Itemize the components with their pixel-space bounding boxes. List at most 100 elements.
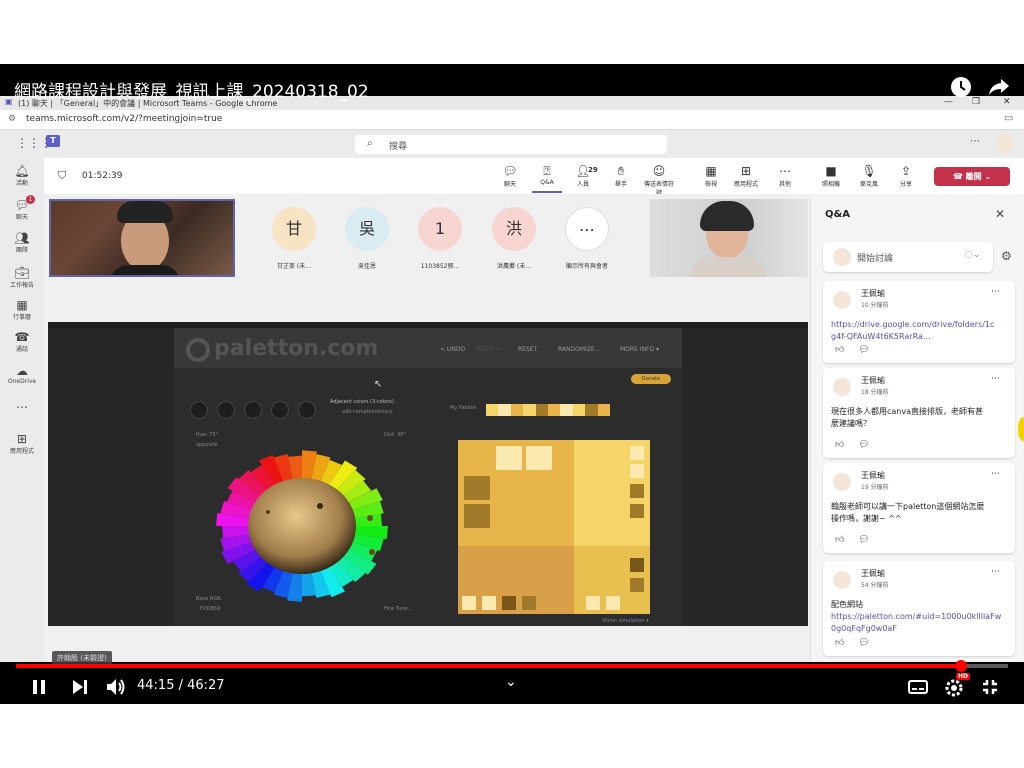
palette-swatch[interactable] (597, 404, 610, 416)
progress-bar[interactable] (16, 660, 1008, 672)
menu-randomize[interactable]: RANDOMIZE... (558, 346, 600, 353)
participant-4[interactable]: ⋯ 顯示所有與會者 (562, 207, 612, 270)
participant-video-tile[interactable] (650, 199, 808, 277)
swatch-row-r-0[interactable] (586, 596, 600, 610)
toolbar-button-view[interactable]: ▦ 檢視 (694, 163, 728, 188)
rail-item-3[interactable]: 💼︎ 工作報告 (0, 266, 44, 289)
watch-later-icon[interactable] (950, 76, 972, 98)
swatch-light-1[interactable] (496, 446, 522, 470)
swatch-dark-1[interactable] (464, 476, 490, 500)
swatch-side-4[interactable] (630, 504, 644, 518)
swatch-row-1[interactable] (482, 596, 496, 610)
site-info-icon[interactable]: ⚙ (8, 114, 16, 124)
toolbar-button-mic[interactable]: 🎙︎ 麥克風 (852, 163, 886, 188)
toolbar-button-chat[interactable]: 💬︎ 聊天 (493, 163, 527, 188)
participant-2[interactable]: 1 1103852郭... (415, 207, 465, 270)
leave-button[interactable]: ☎ 離開 ⌄ (934, 167, 1010, 186)
menu-redo[interactable]: REDO > (476, 346, 500, 353)
progress-scrubber[interactable] (955, 660, 968, 672)
subtitles-icon[interactable] (908, 680, 928, 694)
reply-icon[interactable]: 💬︎ (858, 638, 869, 648)
volume-icon[interactable] (106, 678, 126, 696)
rail-item-2[interactable]: 👥︎ 團隊 (0, 231, 44, 254)
participant-1[interactable]: 吳吳佳恩 (342, 207, 392, 270)
toolbar-button-more[interactable]: ⋯ 其他 (768, 163, 802, 188)
close-icon[interactable]: ✕ (995, 207, 1005, 221)
toolbar-button-camera[interactable]: ■ 照相機 (814, 163, 848, 188)
qa-card[interactable]: 王佩瑜 10 分鐘前 ⋯ https://drive.google.com/drive… (823, 281, 1015, 363)
scheme-option-1[interactable] (217, 401, 235, 419)
share-arrow-icon[interactable] (988, 76, 1010, 98)
rail-item-1[interactable]: 💬︎ 1 聊天 (0, 195, 44, 221)
swatch-row-r-1[interactable] (606, 596, 620, 610)
more-options-icon[interactable]: ⋯ (991, 374, 1000, 384)
like-icon[interactable]: 👍︎ (835, 345, 844, 355)
scheme-option-0[interactable] (190, 401, 208, 419)
swatch-row-2[interactable] (502, 596, 516, 610)
qa-card[interactable]: 王佩瑜 19 分鐘前 ⋯ 翰殷老師可以講一下paletton這個網站怎麼 操作嗎，謝謝~… (823, 463, 1015, 553)
swatch-side-1[interactable] (630, 446, 644, 460)
scheme-option-3[interactable] (271, 401, 289, 419)
next-icon[interactable] (71, 679, 89, 695)
reply-icon[interactable]: 💬︎ (858, 535, 869, 545)
gear-icon[interactable]: ⚙ (1001, 249, 1012, 263)
cast-icon[interactable]: ▭ (1004, 113, 1013, 124)
reply-icon[interactable]: 💬︎ (858, 345, 869, 355)
color-wheel[interactable] (200, 438, 404, 614)
fullscreen-exit-icon[interactable] (982, 679, 998, 695)
video-player[interactable]: ▣ (1) 聊天 | 「General」中的會議 | Microsoft Tea… (0, 64, 1024, 704)
rail-item-7[interactable]: ⋯ (0, 400, 44, 414)
like-icon[interactable]: 👍︎ (835, 638, 844, 648)
vision-simulation[interactable]: Vision simulation ▾ (602, 618, 649, 624)
toolbar-button-emoji[interactable]: ☺傳送表情符號 (642, 163, 676, 197)
chevron-down-icon[interactable]: ⌄ (505, 674, 517, 690)
rail-item-4[interactable]: ▦ 行事曆 (0, 298, 44, 321)
more-options-icon[interactable]: ⋯ (991, 287, 1000, 297)
toolbar-button-qa[interactable]: ⍰ Q&A (530, 163, 564, 193)
palette-swatch[interactable] (560, 404, 573, 416)
palette-swatch[interactable] (572, 404, 586, 416)
participant-3[interactable]: 洪洪農蓁 (未... (489, 207, 539, 270)
rail-item-8[interactable]: ⊞ 應用程式 (0, 432, 44, 455)
pause-icon[interactable] (30, 678, 48, 696)
maximize-icon[interactable]: ❐ (972, 97, 980, 107)
link-text[interactable]: g4f-QFAuW4t6K5RarRa... (831, 331, 1009, 343)
start-discussion-input[interactable]: 開始討論 ◌⌄ (823, 242, 993, 272)
swatch-side-6[interactable] (630, 578, 644, 592)
wheel-dot-adjacent-2[interactable] (369, 549, 375, 555)
like-icon[interactable]: 👍︎ (835, 440, 844, 450)
reply-icon[interactable]: 💬︎ (858, 440, 869, 450)
toolbar-button-share[interactable]: ⇪ 分享 (889, 163, 923, 188)
close-window-icon[interactable]: ✕ (1003, 97, 1011, 107)
palette-swatch[interactable] (486, 404, 499, 416)
discussion-type-icon[interactable]: ◌⌄ (965, 250, 980, 260)
speaker-video-tile[interactable] (49, 199, 235, 277)
palette-swatch[interactable] (523, 404, 536, 416)
search-input[interactable]: ⌕ 搜尋 (355, 135, 667, 154)
more-options-icon[interactable]: ⋯ (991, 567, 1000, 577)
settings-gear-icon[interactable] (944, 677, 964, 697)
qa-card[interactable]: 王佩瑜 18 分鐘前 ⋯ 現在很多人都用canva直接排版，老師有甚 麼建議嗎？ 👍︎ 💬︎ (823, 368, 1015, 458)
menu-reset[interactable]: RESET (518, 346, 537, 353)
palette-swatch[interactable] (548, 404, 561, 416)
video-title[interactable]: 網路課程設計與發展_視訊上課_20240318_02 (14, 77, 369, 102)
toolbar-button-apps[interactable]: ⊞ 應用程式 (729, 163, 763, 188)
address-bar[interactable]: ⚙ teams.microsoft.com/v2/?meetingjoin=tr… (0, 110, 1024, 130)
user-avatar[interactable] (996, 134, 1014, 152)
swatch-side-2[interactable] (630, 464, 644, 478)
swatch-side-5[interactable] (630, 558, 644, 572)
toolbar-button-people[interactable]: 👤︎ 29 人員 (566, 163, 600, 188)
minimize-icon[interactable]: — (944, 97, 953, 107)
scheme-option-2[interactable] (244, 401, 262, 419)
url-text[interactable]: teams.microsoft.com/v2/?meetingjoin=true (26, 114, 222, 124)
rail-item-6[interactable]: ☁ OneDrive (0, 364, 44, 385)
like-icon[interactable]: 👍︎ (835, 535, 844, 545)
participant-0[interactable]: 甘甘芷寧 (未... (269, 207, 319, 270)
scheme-sub[interactable]: add complementary (342, 409, 392, 415)
link-text[interactable]: https://drive.google.com/drive/folders/1… (831, 319, 1009, 331)
donate-button[interactable]: Donate (631, 374, 671, 384)
menu-undo[interactable]: < UNDO (440, 346, 465, 353)
palette-swatch[interactable] (498, 404, 511, 416)
scheme-option-4[interactable] (298, 401, 316, 419)
menu-more-info[interactable]: MORE INFO ▾ (620, 346, 659, 353)
